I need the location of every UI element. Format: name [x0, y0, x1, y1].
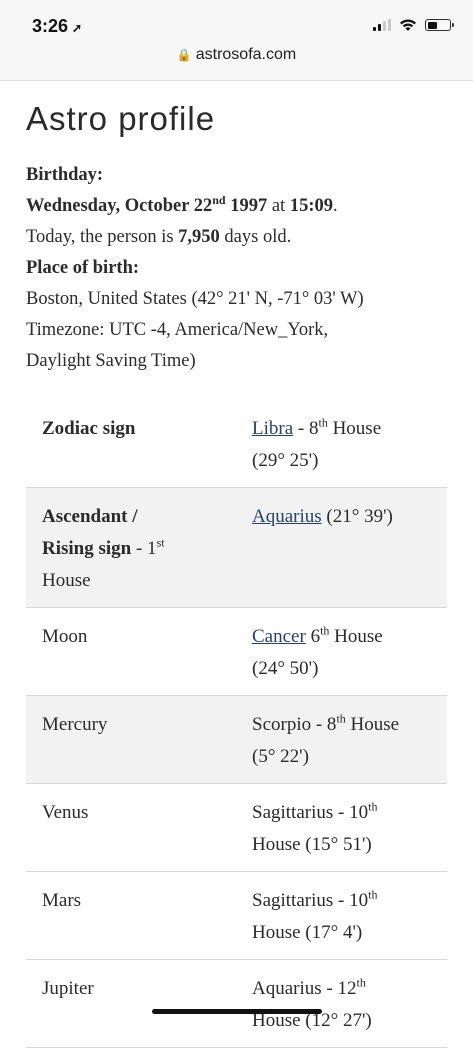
row-label: Venus [42, 802, 89, 823]
at-word: at [271, 196, 286, 216]
status-time: 3:26 ➚ [32, 16, 82, 37]
table-row: Mercury Scorpio - 8th House (5° 22') [26, 695, 447, 784]
place-location: Boston, United States (42° 21' N, -71° 0… [26, 289, 364, 309]
url-text: astrosofa.com [195, 46, 297, 63]
row-label: Mercury [42, 714, 108, 735]
place-label: Place of birth: [26, 258, 140, 278]
table-row: Ascendant / Rising sign - 1st House Aqua… [26, 487, 447, 608]
wifi-icon [400, 19, 416, 31]
location-arrow-icon: ➚ [72, 21, 83, 35]
row-value: Sagittarius - 10th House (15° 51') [252, 799, 378, 855]
sign-link-cancer[interactable]: Cancer [252, 626, 306, 647]
timezone-line-2: Daylight Saving Time) [26, 351, 196, 371]
cellular-signal-icon [373, 19, 391, 31]
table-row: Mars Sagittarius - 10th House (17° 4') [26, 872, 447, 960]
page-title: Astro profile [26, 100, 216, 137]
sign-link-libra[interactable]: Libra [252, 418, 293, 439]
table-row: Moon Cancer 6th House (24° 50') [26, 608, 447, 696]
timezone-line: Timezone: UTC -4, America/New_York, [26, 320, 329, 340]
age-days: 7,950 [178, 227, 220, 247]
home-indicator[interactable] [152, 1009, 322, 1014]
status-time-text: 3:26 [32, 16, 69, 36]
row-label: Ascendant / Rising sign - 1st House [42, 506, 165, 591]
row-value: Libra - 8th House (29° 25') [252, 415, 382, 471]
table-row: Zodiac sign Libra - 8th House (29° 25') [26, 400, 447, 488]
lock-icon: 🔒 [176, 48, 192, 62]
age-line: Today, the person is 7,950 days old. [26, 227, 292, 247]
row-label: Mars [42, 890, 82, 911]
sign-link-aquarius[interactable]: Aquarius [252, 506, 322, 527]
birth-date: Wednesday, October 22nd 1997 [26, 192, 268, 216]
row-value: Cancer 6th House (24° 50') [252, 623, 383, 679]
row-value: Aquarius - 12th House (12° 27') [252, 975, 372, 1031]
birth-time: 15:09 [289, 196, 333, 216]
row-label: Moon [42, 626, 88, 647]
browser-top-bar: 3:26 ➚ 🔒 astrosofa.com [0, 0, 473, 81]
address-bar[interactable]: 🔒 astrosofa.com [0, 46, 473, 64]
row-value: Aquarius (21° 39') [252, 506, 393, 527]
row-value: Scorpio - 8th House (5° 22') [252, 711, 400, 767]
birthday-label: Birthday: [26, 165, 104, 185]
table-row: Jupiter Aquarius - 12th House (12° 27') [26, 960, 447, 1048]
row-value: Sagittarius - 10th House (17° 4') [252, 887, 378, 943]
table-row: Venus Sagittarius - 10th House (15° 51') [26, 784, 447, 872]
birth-info: Birthday: Wednesday, October 22nd 1997 a… [26, 160, 446, 377]
row-label: Jupiter [42, 978, 94, 999]
profile-content: Astro profile Birthday: Wednesday, Octob… [26, 100, 446, 377]
birthday-line: Wednesday, October 22nd 1997 at 15:09. [26, 192, 338, 216]
row-label: Zodiac sign [42, 418, 136, 439]
planet-table: Zodiac sign Libra - 8th House (29° 25') … [26, 400, 447, 1048]
battery-icon [425, 19, 454, 31]
status-icons [373, 18, 454, 32]
